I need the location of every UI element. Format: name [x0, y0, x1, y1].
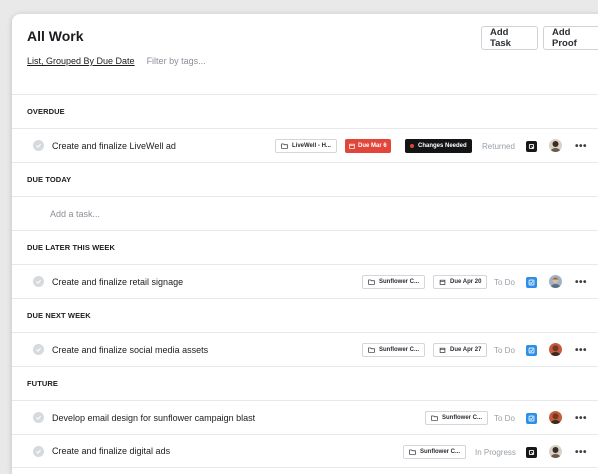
- complete-checkbox[interactable]: [33, 344, 44, 355]
- due-date-label: Due Mar 6: [358, 143, 387, 149]
- status-tag-label: Changes Needed: [418, 143, 467, 149]
- check-icon: [36, 449, 42, 454]
- avatar: [549, 410, 562, 424]
- folder-icon: [368, 347, 375, 353]
- folder-icon: [431, 415, 438, 421]
- task-row[interactable]: Create and finalize retail signage Sunfl…: [12, 264, 598, 298]
- more-options-icon[interactable]: •••: [575, 139, 587, 153]
- tag-filter-input[interactable]: Filter by tags...: [147, 56, 206, 66]
- task-row[interactable]: Develop email design for sunflower campa…: [12, 400, 598, 434]
- check-icon: [36, 279, 42, 284]
- app-link[interactable]: [526, 411, 537, 425]
- project-chip[interactable]: Sunflower C...: [362, 275, 426, 289]
- assignee-avatar[interactable]: [549, 342, 562, 356]
- task-app-icon: [526, 276, 537, 288]
- assignee-avatar[interactable]: [549, 138, 562, 152]
- calendar-icon: [439, 279, 446, 285]
- app-window: All Work List, Grouped By Due Date Filte…: [12, 14, 598, 474]
- task-status[interactable]: To Do: [494, 343, 515, 357]
- section-due-today: DUE TODAY: [12, 162, 598, 196]
- project-chip[interactable]: LiveWell - H...: [275, 139, 337, 153]
- assignee-avatar[interactable]: [549, 444, 562, 458]
- project-label: Sunflower C...: [379, 279, 420, 285]
- avatar: [549, 274, 562, 288]
- page-header: All Work List, Grouped By Due Date Filte…: [12, 14, 598, 94]
- add-task-button[interactable]: Add Task: [481, 26, 538, 50]
- assignee-avatar[interactable]: [549, 274, 562, 288]
- task-app-icon: [526, 344, 537, 356]
- complete-checkbox[interactable]: [33, 412, 44, 423]
- complete-checkbox[interactable]: [33, 140, 44, 151]
- section-due-next-week: DUE NEXT WEEK: [12, 298, 598, 332]
- task-app-icon: [526, 412, 537, 424]
- due-date-badge-overdue[interactable]: Due Mar 6: [345, 139, 391, 153]
- section-future: FUTURE: [12, 366, 598, 400]
- calendar-icon: [439, 347, 446, 353]
- project-chip[interactable]: Sunflower C...: [362, 343, 426, 357]
- view-toolbar: List, Grouped By Due Date Filter by tags…: [27, 56, 598, 66]
- task-name[interactable]: Create and finalize digital ads: [52, 446, 170, 456]
- avatar: [549, 138, 562, 152]
- task-name[interactable]: Develop email design for sunflower campa…: [52, 413, 255, 423]
- more-options-icon[interactable]: •••: [575, 411, 587, 425]
- task-row[interactable]: Create and finalize social media assets …: [12, 332, 598, 366]
- proof-app-icon: [526, 140, 537, 152]
- proof-app-icon: [526, 446, 537, 458]
- due-date-label: Due Apr 27: [450, 347, 482, 353]
- more-options-icon[interactable]: •••: [575, 445, 587, 459]
- task-row[interactable]: Create and finalize LiveWell ad LiveWell…: [12, 128, 598, 162]
- due-date-chip[interactable]: Due Apr 20: [433, 275, 488, 289]
- app-link[interactable]: [526, 275, 537, 289]
- view-selector-link[interactable]: List, Grouped By Due Date: [27, 56, 135, 66]
- project-label: LiveWell - H...: [292, 143, 331, 149]
- complete-checkbox[interactable]: [33, 276, 44, 287]
- due-date-chip[interactable]: Due Apr 27: [433, 343, 488, 357]
- folder-icon: [281, 143, 288, 149]
- status-tag-changes-needed: Changes Needed: [405, 139, 472, 153]
- check-icon: [36, 143, 42, 148]
- add-task-row[interactable]: Add a task...: [12, 196, 598, 230]
- task-status[interactable]: In Progress: [475, 445, 516, 459]
- due-date-label: Due Apr 20: [450, 279, 482, 285]
- app-link[interactable]: [526, 343, 537, 357]
- project-label: Sunflower C...: [442, 415, 483, 421]
- complete-checkbox[interactable]: [33, 445, 44, 457]
- folder-icon: [409, 449, 416, 455]
- app-link[interactable]: [526, 445, 537, 459]
- task-status[interactable]: To Do: [494, 411, 515, 425]
- more-options-icon[interactable]: •••: [575, 343, 587, 357]
- add-proof-button[interactable]: Add Proof: [543, 26, 598, 50]
- add-task-input[interactable]: Add a task...: [12, 209, 100, 219]
- assignee-avatar[interactable]: [549, 410, 562, 424]
- task-status[interactable]: Returned: [482, 139, 515, 153]
- section-overdue: OVERDUE: [12, 94, 598, 128]
- calendar-icon: [349, 143, 355, 149]
- section-due-later-this-week: DUE LATER THIS WEEK: [12, 230, 598, 264]
- avatar: [549, 444, 562, 458]
- check-icon: [36, 347, 42, 352]
- more-options-icon[interactable]: •••: [575, 275, 587, 289]
- task-name[interactable]: Create and finalize social media assets: [52, 345, 208, 355]
- folder-icon: [368, 279, 375, 285]
- check-icon: [36, 415, 42, 420]
- red-dot-icon: [410, 144, 414, 148]
- project-chip[interactable]: Sunflower C...: [425, 411, 489, 425]
- project-chip[interactable]: Sunflower C...: [403, 445, 467, 459]
- project-label: Sunflower C...: [420, 449, 461, 455]
- task-status[interactable]: To Do: [494, 275, 515, 289]
- task-row[interactable]: Create and finalize digital ads Sunflowe…: [12, 434, 598, 468]
- app-link[interactable]: [526, 139, 537, 153]
- project-label: Sunflower C...: [379, 347, 420, 353]
- avatar: [549, 342, 562, 356]
- task-name[interactable]: Create and finalize retail signage: [52, 277, 183, 287]
- task-name[interactable]: Create and finalize LiveWell ad: [52, 141, 176, 151]
